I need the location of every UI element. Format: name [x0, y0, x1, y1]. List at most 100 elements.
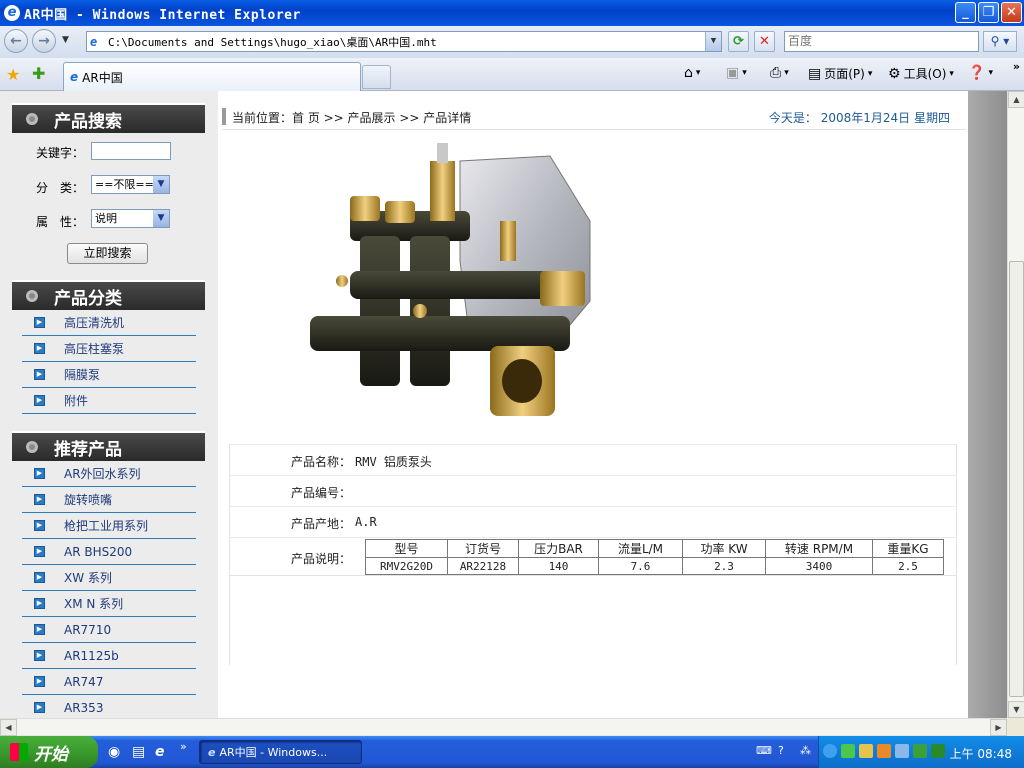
quicklaunch-notepad-icon[interactable]: ▤ — [132, 744, 145, 760]
feeds-button[interactable]: ▣ ▾ — [726, 65, 747, 81]
name-label: 产品名称： — [290, 455, 351, 469]
forward-button[interactable]: → — [32, 29, 56, 53]
tray-display-icon[interactable] — [895, 744, 909, 758]
favorites-star-icon[interactable]: ★ — [6, 65, 20, 84]
category-item[interactable]: ▶ 高压清洗机 — [22, 310, 196, 336]
recommended-item[interactable]: ▶ XW 系列 — [22, 565, 196, 591]
address-toolbar: ← → ▼ e C:\Documents and Settings\hugo_x… — [0, 26, 1024, 58]
category-item[interactable]: ▶ 附件 — [22, 388, 196, 414]
recommended-item[interactable]: ▶ AR7710 — [22, 617, 196, 643]
recommended-item[interactable]: ▶ 旋转喷嘴 — [22, 487, 196, 513]
tools-menu[interactable]: ⚙ 工具(O) ▾ — [888, 65, 954, 82]
arrow-right-icon: ▶ — [34, 650, 45, 661]
quicklaunch-desktop-icon[interactable]: ◉ — [108, 744, 120, 760]
arrow-right-icon: ▶ — [34, 572, 45, 583]
code-label: 产品编号： — [290, 486, 351, 500]
spec-cell: 2.5 — [872, 557, 944, 575]
keyword-input[interactable] — [91, 142, 171, 160]
help-menu[interactable]: ❓ ▾ — [968, 65, 993, 81]
arrow-right-icon: ▶ — [34, 369, 45, 380]
scroll-left-icon[interactable]: ◀ — [0, 719, 17, 736]
maximize-button[interactable]: ❐ — [978, 2, 999, 23]
ie-icon: e — [208, 745, 216, 759]
vertical-scrollbar[interactable]: ▲ ▼ — [1007, 91, 1024, 718]
breadcrumb-bar: 当前位置：首 页 >> 产品展示 >> 产品详情 今天是： 2008年1月24日… — [222, 104, 966, 130]
page-menu[interactable]: ▤ 页面(P) ▾ — [808, 65, 872, 82]
tray-check-icon[interactable] — [931, 744, 945, 758]
spec-header: 压力BAR — [518, 539, 599, 558]
tray-clock-icon[interactable] — [877, 744, 891, 758]
tab-ar-china[interactable]: e AR中国 — [63, 62, 361, 91]
search-input[interactable]: 百度 — [784, 31, 979, 52]
back-button[interactable]: ← — [4, 29, 28, 53]
spec-cell: 3400 — [765, 557, 873, 575]
keyword-label: 关键字： — [36, 146, 85, 160]
stop-button[interactable]: ✕ — [754, 31, 775, 52]
recommended-item[interactable]: ▶ AR外回水系列 — [22, 461, 196, 487]
category-select[interactable]: ==不限== ▼ — [91, 175, 170, 194]
minimize-button[interactable]: _ — [955, 2, 976, 23]
chevron-more-icon[interactable]: » — [1013, 60, 1020, 73]
address-field[interactable]: e C:\Documents and Settings\hugo_xiao\桌面… — [86, 31, 722, 52]
recommended-item[interactable]: ▶ AR747 — [22, 669, 196, 695]
clock: 上午 08:48 — [949, 747, 1012, 761]
taskbar-item-ie[interactable]: e AR中国 - Windows... — [199, 740, 362, 764]
arrow-right-icon: ▶ — [34, 702, 45, 713]
recommended-item[interactable]: ▶ AR BHS200 — [22, 539, 196, 565]
attribute-select[interactable]: 说明 ▼ — [91, 209, 170, 228]
arrow-right-icon: ▶ — [34, 624, 45, 635]
chevron-down-icon: ▼ — [153, 176, 169, 193]
quicklaunch-more-icon[interactable]: » — [180, 740, 187, 753]
name-value: RMV 铝质泵头 — [355, 455, 432, 469]
arrow-right-icon: ▶ — [34, 546, 45, 557]
title-bar: e AR中国 - Windows Internet Explorer _ ❐ ✕ — [0, 0, 1024, 26]
breadcrumb-marker — [222, 108, 226, 125]
system-tray: 上午 08:48 — [818, 736, 1024, 768]
recommended-item[interactable]: ▶ 枪把工业用系列 — [22, 513, 196, 539]
start-button[interactable]: 开始 — [0, 736, 98, 768]
product-image — [310, 143, 591, 416]
keyboard-icon[interactable]: ⌨ — [756, 744, 772, 757]
windows-logo-icon — [10, 743, 28, 761]
add-favorite-icon[interactable]: ✚ — [32, 64, 45, 83]
spec-header: 功率 KW — [682, 539, 766, 558]
help-tray-icon[interactable]: ? — [778, 744, 784, 757]
sidebar: 产品搜索 关键字： 分 类： ==不限== ▼ 属 性： 说明 ▼ 立即搜索 产… — [0, 91, 218, 718]
scroll-thumb[interactable] — [1009, 261, 1024, 697]
new-tab-button[interactable] — [362, 65, 391, 89]
gear-icon: ⚙ — [888, 65, 901, 82]
tray-network-icon[interactable] — [841, 744, 855, 758]
recommended-item[interactable]: ▶ AR353 — [22, 695, 196, 718]
spec-cell: 140 — [518, 557, 599, 575]
search-button[interactable]: ⚲ ▾ — [983, 31, 1017, 52]
scroll-up-icon[interactable]: ▲ — [1008, 91, 1024, 108]
scroll-down-icon[interactable]: ▼ — [1008, 701, 1024, 718]
category-item[interactable]: ▶ 高压柱塞泵 — [22, 336, 196, 362]
home-button[interactable]: ⌂ ▾ — [684, 65, 700, 81]
tray-app-icon[interactable] — [859, 744, 873, 758]
close-button[interactable]: ✕ — [1001, 2, 1022, 23]
recommended-heading: 推荐产品 — [12, 431, 205, 461]
ime-icon[interactable]: ⁂ — [800, 744, 811, 757]
help-icon: ❓ — [968, 65, 986, 81]
quicklaunch-ie-icon[interactable]: e — [155, 744, 165, 760]
recommended-item[interactable]: ▶ XM N 系列 — [22, 591, 196, 617]
history-dropdown-icon[interactable]: ▼ — [62, 35, 69, 45]
refresh-button[interactable]: ⟳ — [728, 31, 749, 52]
breadcrumb: 当前位置：首 页 >> 产品展示 >> 产品详情 — [232, 111, 472, 125]
search-submit-button[interactable]: 立即搜索 — [67, 243, 148, 264]
print-button[interactable]: ⎙ ▾ — [770, 65, 789, 81]
tray-umbrella-icon[interactable] — [913, 744, 927, 758]
address-dropdown-icon[interactable]: ▼ — [705, 32, 721, 51]
window-title: AR中国 - Windows Internet Explorer — [24, 7, 301, 23]
scroll-right-icon[interactable]: ▶ — [990, 719, 1007, 736]
spec-cell: 2.3 — [682, 557, 766, 575]
spec-header-row: 型号 订货号 压力BAR 流量L/M 功率 KW 转速 RPM/M 重量KG — [365, 539, 944, 558]
origin-value: A.R — [355, 515, 377, 529]
recommended-item[interactable]: ▶ AR1125b — [22, 643, 196, 669]
horizontal-scrollbar[interactable]: ◀ ▶ — [0, 718, 1007, 736]
spec-header: 重量KG — [872, 539, 944, 558]
spec-data-row: RMV2G20D AR22128 140 7.6 2.3 3400 2.5 — [365, 557, 944, 575]
tray-expand-icon[interactable] — [823, 744, 837, 758]
category-item[interactable]: ▶ 隔膜泵 — [22, 362, 196, 388]
